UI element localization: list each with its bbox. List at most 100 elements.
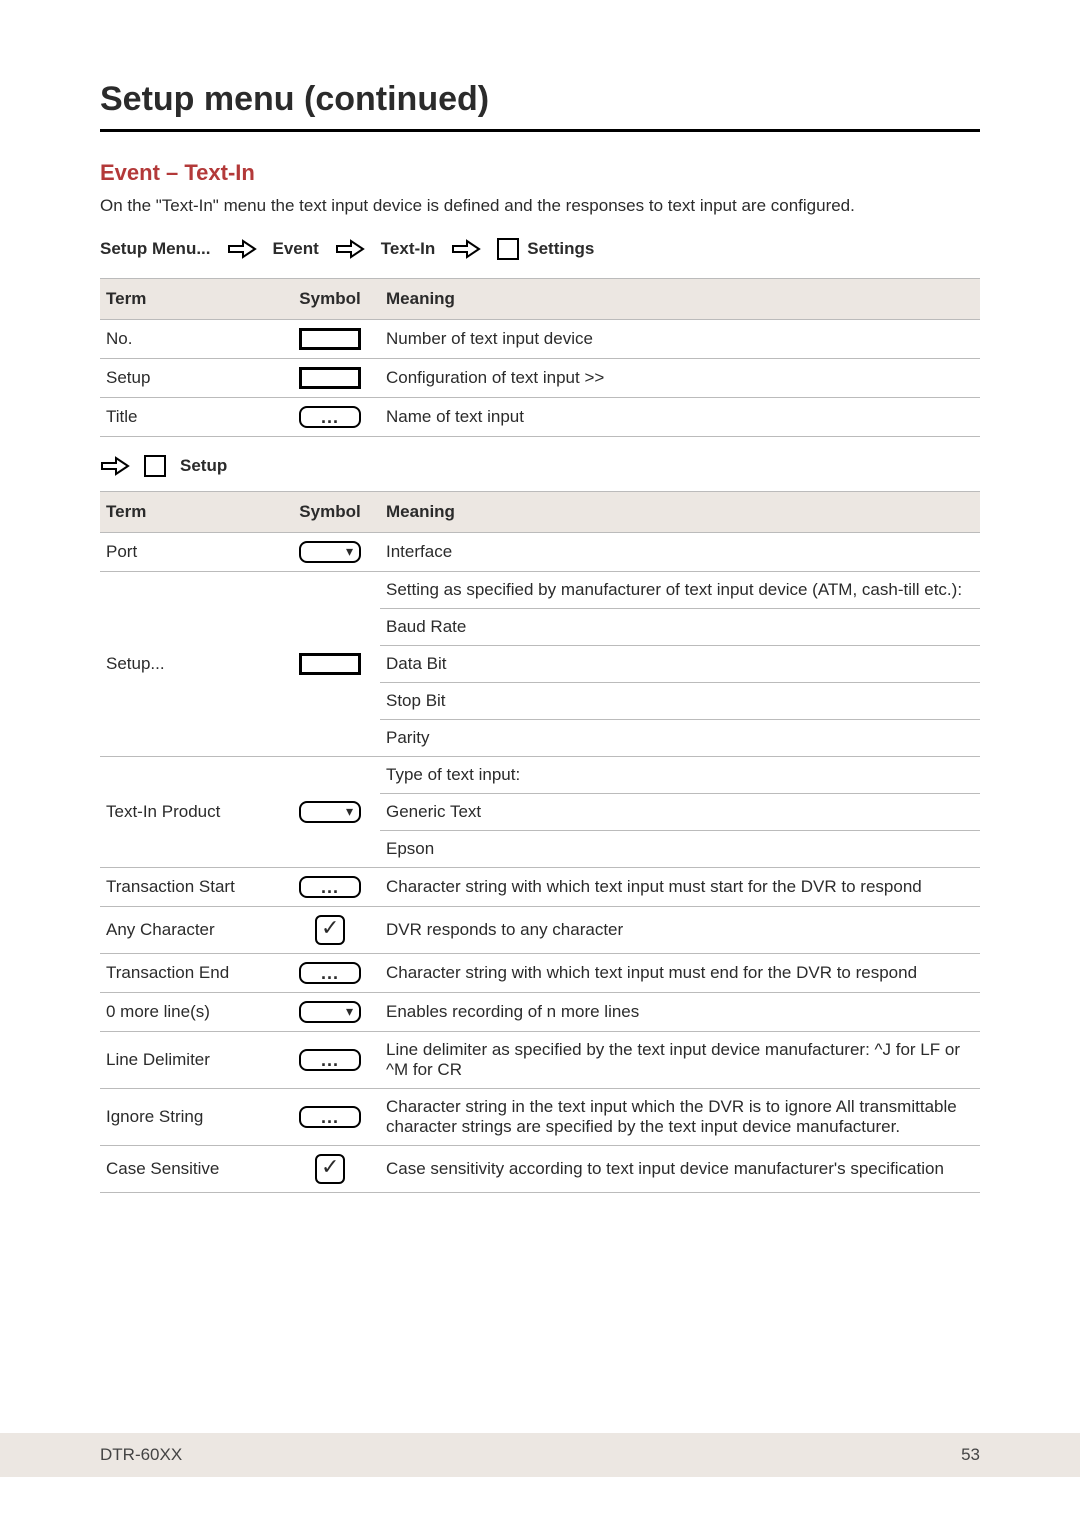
meaning-cell: Parity [380, 720, 980, 757]
term-cell: Transaction End [100, 954, 280, 993]
term-cell: Transaction Start [100, 868, 280, 907]
symbol-cell [280, 359, 380, 398]
crumb-event: Event [273, 239, 319, 259]
table-row: Title Name of text input [100, 398, 980, 437]
dots-field-icon [299, 962, 361, 984]
header-symbol: Symbol [280, 279, 380, 320]
meaning-cell: Name of text input [380, 398, 980, 437]
symbol-cell [280, 398, 380, 437]
table-row: Ignore String Character string in the te… [100, 1089, 980, 1146]
term-cell: Any Character [100, 907, 280, 954]
footer-model: DTR-60XX [100, 1445, 182, 1465]
term-cell: Setup... [100, 572, 280, 757]
checkbox-icon [315, 1154, 345, 1184]
dropdown-icon [299, 801, 361, 823]
box-icon [144, 455, 166, 477]
meaning-cell: Setting as specified by manufacturer of … [380, 572, 980, 609]
meaning-cell: Enables recording of n more lines [380, 993, 980, 1032]
term-cell: Line Delimiter [100, 1032, 280, 1089]
meaning-cell: Type of text input: [380, 757, 980, 794]
meaning-cell: Baud Rate [380, 609, 980, 646]
arrow-icon [451, 238, 481, 260]
header-symbol: Symbol [280, 492, 380, 533]
header-meaning: Meaning [380, 492, 980, 533]
meaning-cell: Stop Bit [380, 683, 980, 720]
symbol-cell [280, 533, 380, 572]
crumb-settings-label: Settings [527, 239, 594, 259]
table-row: 0 more line(s) Enables recording of n mo… [100, 993, 980, 1032]
meaning-cell: Number of text input device [380, 320, 980, 359]
table-row: Port Interface [100, 533, 980, 572]
checkbox-icon [315, 915, 345, 945]
meaning-cell: Data Bit [380, 646, 980, 683]
meaning-cell: Case sensitivity according to text input… [380, 1146, 980, 1193]
dots-field-icon [299, 406, 361, 428]
rect-icon [299, 653, 361, 675]
dots-field-icon [299, 1106, 361, 1128]
term-cell: No. [100, 320, 280, 359]
meaning-cell: Line delimiter as specified by the text … [380, 1032, 980, 1089]
meaning-cell: Generic Text [380, 794, 980, 831]
symbol-cell [280, 1032, 380, 1089]
meaning-cell: Character string in the text input which… [380, 1089, 980, 1146]
symbol-cell [280, 320, 380, 359]
arrow-icon [335, 238, 365, 260]
term-cell: Title [100, 398, 280, 437]
table-row: No. Number of text input device [100, 320, 980, 359]
table-row: Setup... Setting as specified by manufac… [100, 572, 980, 757]
symbol-cell [280, 907, 380, 954]
header-meaning: Meaning [380, 279, 980, 320]
rect-icon [299, 367, 361, 389]
header-term: Term [100, 279, 280, 320]
table-row: Case Sensitive Case sensitivity accordin… [100, 1146, 980, 1193]
symbol-cell [280, 868, 380, 907]
crumb-text-in: Text-In [381, 239, 435, 259]
term-cell: Ignore String [100, 1089, 280, 1146]
settings-table-1: Term Symbol Meaning No. Number of text i… [100, 278, 980, 437]
table-row: Setup Configuration of text input >> [100, 359, 980, 398]
term-cell: Setup [100, 359, 280, 398]
page-title: Setup menu (continued) [100, 80, 980, 132]
dots-field-icon [299, 1049, 361, 1071]
rect-icon [299, 328, 361, 350]
meaning-cell: Character string with which text input m… [380, 954, 980, 993]
symbol-cell [280, 1089, 380, 1146]
meaning-cell: Character string with which text input m… [380, 868, 980, 907]
box-icon [497, 238, 519, 260]
arrow-icon [227, 238, 257, 260]
table-row: Text-In Product Type of text input: Gene… [100, 757, 980, 868]
symbol-cell [280, 1146, 380, 1193]
symbol-cell [280, 954, 380, 993]
header-term: Term [100, 492, 280, 533]
settings-table-2: Term Symbol Meaning Port Interface Setup… [100, 491, 980, 1193]
dropdown-icon [299, 541, 361, 563]
symbol-cell [280, 572, 380, 757]
table-row: Transaction Start Character string with … [100, 868, 980, 907]
setup-subpath: Setup [100, 455, 980, 477]
setup-sublabel: Setup [180, 456, 227, 476]
meaning-nested: Type of text input: Generic Text Epson [380, 757, 980, 868]
crumb-settings: Settings [497, 238, 594, 260]
section-title: Event – Text-In [100, 160, 980, 186]
table-row: Line Delimiter Line delimiter as specifi… [100, 1032, 980, 1089]
page-footer: DTR-60XX 53 [0, 1433, 1080, 1477]
arrow-icon [100, 455, 130, 477]
meaning-cell: Configuration of text input >> [380, 359, 980, 398]
term-cell: Text-In Product [100, 757, 280, 868]
dropdown-icon [299, 1001, 361, 1023]
footer-page-number: 53 [961, 1445, 980, 1465]
meaning-cell: Epson [380, 831, 980, 868]
term-cell: 0 more line(s) [100, 993, 280, 1032]
intro-text: On the "Text-In" menu the text input dev… [100, 196, 980, 216]
term-cell: Case Sensitive [100, 1146, 280, 1193]
symbol-cell [280, 993, 380, 1032]
term-cell: Port [100, 533, 280, 572]
meaning-cell: DVR responds to any character [380, 907, 980, 954]
meaning-cell: Interface [380, 533, 980, 572]
table-row: Transaction End Character string with wh… [100, 954, 980, 993]
dots-field-icon [299, 876, 361, 898]
symbol-cell [280, 757, 380, 868]
breadcrumb: Setup Menu... Event Text-In Settings [100, 238, 980, 260]
table-row: Any Character DVR responds to any charac… [100, 907, 980, 954]
crumb-setup-menu: Setup Menu... [100, 239, 211, 259]
